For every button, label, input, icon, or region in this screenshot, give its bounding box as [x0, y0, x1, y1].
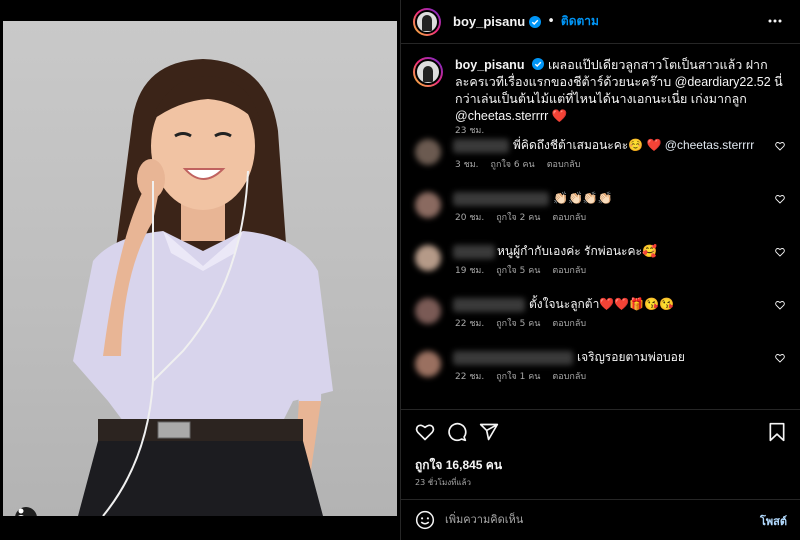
post-comment-button[interactable]: โพสต์ [760, 512, 787, 530]
comment-input[interactable] [445, 510, 735, 530]
comment-icon[interactable] [447, 422, 467, 442]
commenter-avatar[interactable] [415, 351, 441, 377]
commenter-username-blurred [453, 139, 509, 153]
commenter-username-blurred [453, 192, 549, 206]
caption-username[interactable]: boy_pisanu [455, 58, 524, 72]
reply-button[interactable]: ตอบกลับ [552, 319, 586, 329]
comment-like-icon[interactable] [775, 247, 785, 257]
comment-like-icon[interactable] [775, 300, 785, 310]
girl-in-uniform-illustration [73, 59, 333, 516]
post-photo[interactable] [3, 21, 397, 516]
comment-text: เจริญรอยตามพ่อบอย [577, 350, 685, 364]
comment-likes[interactable]: ถูกใจ 5 คน [496, 266, 540, 276]
commenter-avatar[interactable] [415, 245, 441, 271]
comment-mention[interactable]: @cheetas.sterrrr [661, 138, 755, 152]
comment-meta: 19 ชม. ถูกใจ 5 คน ตอบกลับ [455, 266, 587, 276]
comment-likes[interactable]: ถูกใจ 2 คน [496, 213, 540, 223]
comment-text: หนูผู้กำกับเองค่ะ รักพ่อนะคะ🥰 [497, 244, 657, 258]
comment-meta: 22 ชม. ถูกใจ 5 คน ตอบกลับ [455, 319, 587, 329]
commenter-avatar[interactable] [415, 139, 441, 165]
verified-badge-icon [529, 15, 542, 28]
comment-text: พี่คิดถึงชีต้าเสมอนะคะ☺️ ❤️ @cheetas.ste… [513, 138, 755, 152]
comment-text: ตั้งใจนะลูกต้า❤️❤️🎁😘😘 [529, 297, 675, 311]
comment-meta: 22 ชม. ถูกใจ 1 คน ตอบกลับ [455, 372, 587, 382]
commenter-username-blurred [453, 298, 525, 312]
post-actions: ถูกใจ 16,845 คน 23 ชั่วโมงที่แล้ว [401, 409, 800, 499]
verified-badge-icon [532, 58, 545, 70]
caption-timestamp: 23 ชม. [455, 126, 485, 136]
reply-button[interactable]: ตอบกลับ [547, 160, 581, 170]
commenter-username-blurred [453, 245, 495, 259]
photo-panel [0, 0, 400, 540]
comment-likes[interactable]: ถูกใจ 5 คน [496, 319, 540, 329]
emoji-icon[interactable] [415, 510, 435, 530]
bookmark-icon[interactable] [767, 422, 787, 442]
reply-button[interactable]: ตอบกลับ [552, 213, 586, 223]
commenter-username-blurred [453, 351, 573, 365]
author-avatar[interactable] [413, 7, 441, 36]
separator-dot: • [547, 14, 555, 29]
comment-item: 👏🏻👏🏻👏🏻👏🏻 20 ชม. ถูกใจ 2 คน ตอบกลับ [413, 190, 789, 230]
author-username[interactable]: boy_pisanu [453, 14, 525, 29]
likes-count[interactable]: ถูกใจ 16,845 คน [415, 456, 502, 475]
comment-meta: 20 ชม. ถูกใจ 2 คน ตอบกลับ [455, 213, 587, 223]
more-options-icon[interactable] [767, 13, 783, 29]
follow-button[interactable]: ติดตาม [561, 12, 599, 31]
comment-like-icon[interactable] [775, 194, 785, 204]
share-icon[interactable] [479, 422, 499, 442]
comment-likes[interactable]: ถูกใจ 1 คน [496, 372, 540, 382]
comment-like-icon[interactable] [775, 353, 785, 363]
comment-likes[interactable]: ถูกใจ 6 คน [491, 160, 535, 170]
caption-author-avatar[interactable] [413, 57, 443, 87]
caption-text: boy_pisanu เผลอแป๊ปเดียวลูกสาวโตเป็นสาวแ… [455, 57, 785, 125]
post-header: boy_pisanu • ติดตาม [401, 0, 800, 44]
comment-item: หนูผู้กำกับเองค่ะ รักพ่อนะคะ🥰 19 ชม. ถูกใ… [413, 243, 789, 283]
comment-like-icon[interactable] [775, 141, 785, 151]
add-comment-bar: โพสต์ [401, 499, 800, 540]
reply-button[interactable]: ตอบกลับ [552, 372, 586, 382]
comment-item: เจริญรอยตามพ่อบอย 22 ชม. ถูกใจ 1 คน ตอบกลั… [413, 349, 789, 389]
post-timestamp: 23 ชั่วโมงที่แล้ว [415, 478, 471, 487]
reply-button[interactable]: ตอบกลับ [552, 266, 586, 276]
comment-meta: 3 ชม. ถูกใจ 6 คน ตอบกลับ [455, 160, 581, 170]
comments-list[interactable]: boy_pisanu เผลอแป๊ปเดียวลูกสาวโตเป็นสาวแ… [401, 45, 800, 409]
post-details-panel: boy_pisanu • ติดตาม boy_pisanu เผลอแป๊ปเ… [400, 0, 800, 540]
commenter-avatar[interactable] [415, 192, 441, 218]
heart-icon[interactable] [415, 422, 435, 442]
comment-item: พี่คิดถึงชีต้าเสมอนะคะ☺️ ❤️ @cheetas.ste… [413, 137, 789, 177]
commenter-avatar[interactable] [415, 298, 441, 324]
comment-item: ตั้งใจนะลูกต้า❤️❤️🎁😘😘 22 ชม. ถูกใจ 5 คน ตอ… [413, 296, 789, 336]
comment-text: 👏🏻👏🏻👏🏻👏🏻 [553, 191, 613, 205]
